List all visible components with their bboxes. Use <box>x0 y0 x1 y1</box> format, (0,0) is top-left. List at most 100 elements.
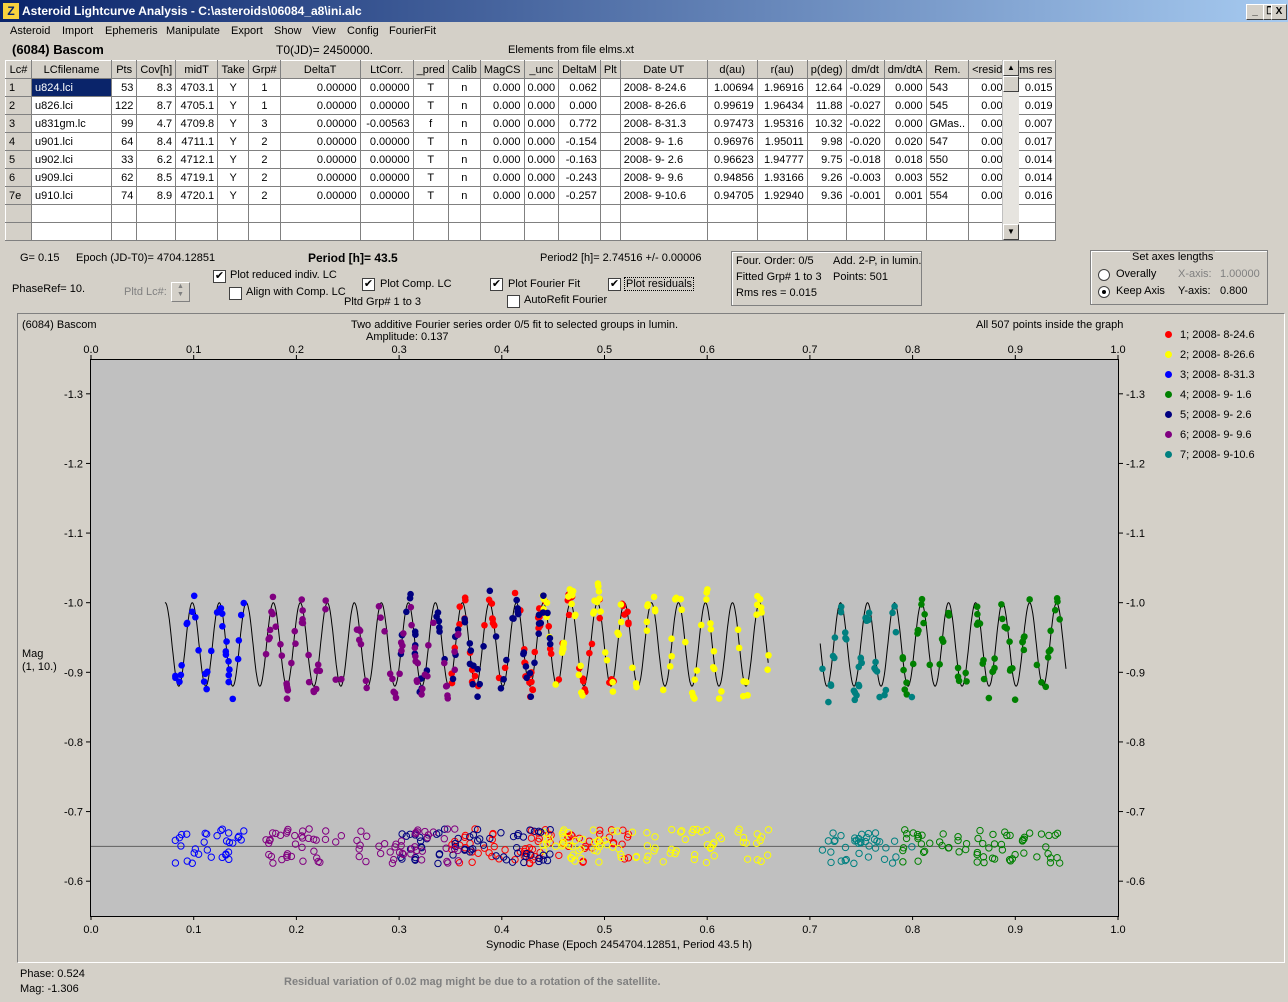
data-point <box>615 631 623 639</box>
residual-point <box>589 826 598 834</box>
residual-point <box>837 831 845 840</box>
data-point <box>659 686 667 694</box>
data-point <box>229 695 237 703</box>
data-point <box>908 693 916 701</box>
data-point <box>500 675 507 683</box>
data-point <box>456 603 464 610</box>
data-point <box>882 686 890 694</box>
residual-point <box>596 830 604 838</box>
residual-point <box>939 830 947 838</box>
residual-point <box>974 834 982 843</box>
data-point <box>414 659 422 667</box>
data-point <box>597 608 604 615</box>
data-point <box>980 675 988 683</box>
data-point <box>903 679 910 686</box>
x-tick-label-top: 0.9 <box>1008 344 1023 356</box>
data-point <box>223 638 230 645</box>
x-tick-label-top: 0.2 <box>289 344 304 356</box>
data-point <box>707 625 715 633</box>
x-tick-label-bottom: 0.3 <box>391 924 406 936</box>
data-point <box>291 627 299 635</box>
residual-point <box>882 844 890 852</box>
data-point <box>537 619 545 627</box>
residual-point <box>903 830 911 838</box>
data-point <box>621 611 628 618</box>
data-point <box>357 640 365 648</box>
residual-point <box>218 825 227 833</box>
data-point <box>362 677 370 685</box>
data-point <box>363 684 370 692</box>
data-point <box>855 682 863 690</box>
data-point <box>474 693 481 700</box>
data-point <box>299 607 306 614</box>
legend-marker <box>1165 371 1172 378</box>
data-point <box>764 666 771 673</box>
data-point <box>1038 678 1045 686</box>
data-point <box>1056 615 1063 623</box>
residual-point <box>224 829 233 837</box>
x-tick-label-top: 0.4 <box>494 344 509 356</box>
data-point <box>461 618 469 626</box>
residual-point <box>955 848 963 856</box>
y-tick-label-left: -0.7 <box>64 807 83 819</box>
data-point <box>225 657 232 665</box>
status-message: Residual variation of 0.02 mag might be … <box>284 976 661 988</box>
data-point <box>973 603 981 610</box>
y-tick-label-left: -1.0 <box>64 598 83 610</box>
residual-point <box>890 837 899 845</box>
data-point <box>310 687 317 695</box>
fourier-fit-curve <box>164 602 769 687</box>
residual-point <box>827 848 835 856</box>
data-point <box>697 621 705 629</box>
data-point <box>480 643 487 650</box>
data-point <box>195 647 202 654</box>
data-point <box>954 673 962 681</box>
data-point <box>201 670 209 678</box>
data-point <box>469 680 477 688</box>
residual-point <box>190 849 198 857</box>
data-point <box>531 648 539 656</box>
data-point <box>535 611 543 619</box>
data-point <box>754 592 761 600</box>
data-point <box>643 627 651 635</box>
residual-point <box>321 835 330 844</box>
data-point <box>853 691 860 699</box>
data-point <box>305 651 312 659</box>
residual-point <box>240 827 248 835</box>
data-point <box>497 684 505 692</box>
y-tick-label-right: -0.7 <box>1126 807 1145 819</box>
data-point <box>858 659 866 667</box>
residual-point <box>644 852 652 860</box>
data-point <box>225 678 232 686</box>
residual-point <box>213 832 221 840</box>
data-point <box>718 688 725 695</box>
residual-point <box>397 837 406 845</box>
data-point <box>593 598 601 606</box>
data-point <box>979 660 987 667</box>
data-point <box>444 695 452 702</box>
data-point <box>240 599 248 607</box>
data-point <box>421 671 429 678</box>
residual-point <box>357 827 365 835</box>
data-point <box>596 614 604 622</box>
residual-point <box>609 827 617 835</box>
data-point <box>568 600 575 608</box>
data-point <box>419 685 426 693</box>
residual-point <box>203 846 212 854</box>
data-point <box>691 676 699 683</box>
data-point <box>486 587 494 595</box>
legend-marker <box>1165 391 1172 398</box>
data-point <box>601 649 609 656</box>
x-tick-label-bottom: 0.9 <box>1008 924 1023 936</box>
data-point <box>298 596 306 603</box>
data-point <box>1021 633 1028 640</box>
residual-point <box>841 843 850 852</box>
data-point <box>237 611 245 619</box>
mag-readout: Mag: -1.306 <box>20 983 79 995</box>
legend-label: 1; 2008- 8-24.6 <box>1180 329 1255 341</box>
data-point <box>900 666 907 674</box>
residual-point <box>356 841 364 849</box>
residual-point <box>527 834 536 842</box>
y-tick-label-left: -1.2 <box>64 458 83 470</box>
data-point <box>392 694 400 702</box>
